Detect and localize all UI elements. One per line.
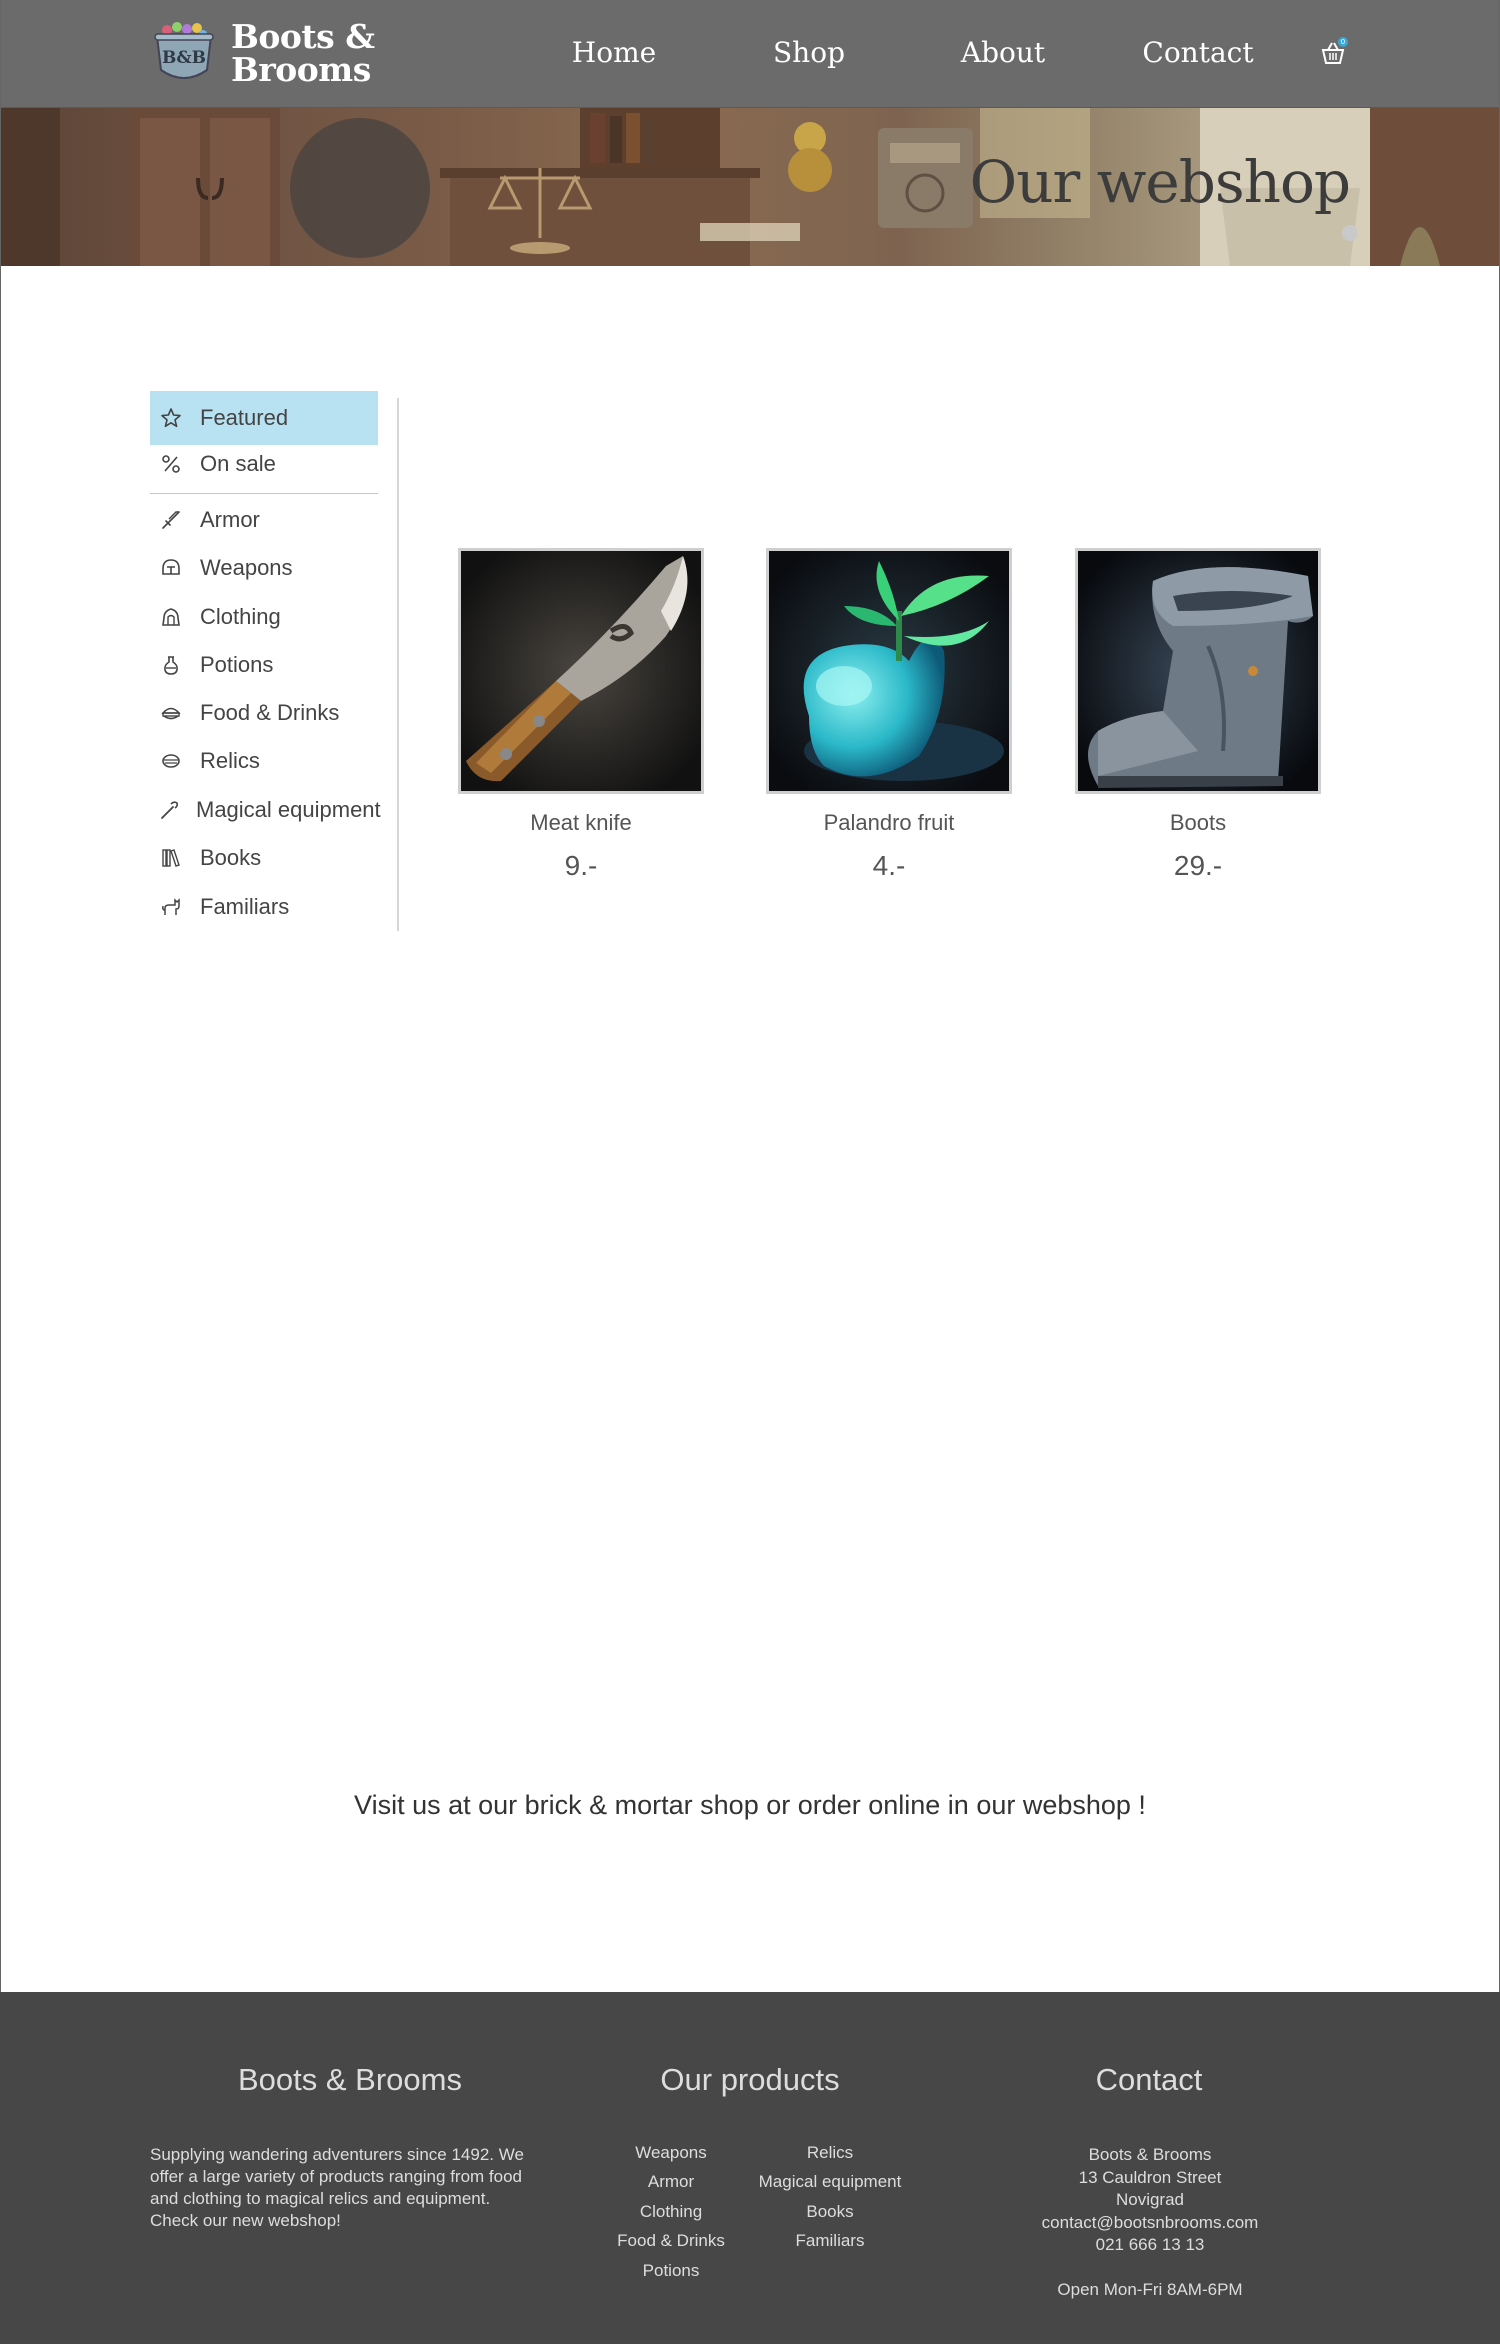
product-name: Boots xyxy=(1169,810,1227,835)
page-frame xyxy=(0,0,1500,1992)
hero-banner: Our webshop xyxy=(0,108,1500,266)
contact-city: Novigrad xyxy=(1115,2190,1185,2209)
footer-link-weapons[interactable]: Weapons xyxy=(635,2143,707,2163)
sidebar-item-label: Featured xyxy=(200,405,289,430)
brand-logo[interactable]: B&B Boots & Brooms xyxy=(153,20,375,86)
sidebar-item-magical-equipment[interactable]: Magical equipment xyxy=(150,788,381,832)
sidebar-item-clothing[interactable]: Clothing xyxy=(150,595,378,639)
potion-icon xyxy=(158,652,184,678)
wand-icon xyxy=(158,797,180,823)
sidebar-item-label: Food & Drinks xyxy=(200,700,340,725)
relic-icon xyxy=(158,748,184,774)
product-card-meat-knife[interactable]: Meat knife 9.- xyxy=(458,548,704,882)
footer-link-relics[interactable]: Relics xyxy=(807,2143,853,2163)
product-price: 4.- xyxy=(872,850,906,881)
sidebar-item-label: Books xyxy=(200,845,262,870)
sidebar-item-familiars[interactable]: Familiars xyxy=(150,885,378,929)
product-name: Meat knife xyxy=(530,810,632,835)
sidebar-item-label: Magical equipment xyxy=(196,797,381,822)
sidebar-divider xyxy=(150,493,378,494)
product-card-palandro-fruit[interactable]: Palandro fruit 4.- xyxy=(766,548,1012,882)
sidebar-item-label: On sale xyxy=(200,451,276,476)
sidebar-item-label: Armor xyxy=(200,507,260,532)
product-price: 9.- xyxy=(564,850,598,881)
footer-link-magical-equipment[interactable]: Magical equipment xyxy=(759,2172,902,2192)
site-footer: Boots & Brooms Supplying wandering adven… xyxy=(0,1992,1500,2344)
cauldron-logo-icon: B&B xyxy=(153,20,215,86)
footer-link-potions[interactable]: Potions xyxy=(643,2261,700,2281)
sidebar-item-label: Relics xyxy=(200,748,260,773)
page-title: Our webshop xyxy=(969,148,1351,216)
cat-icon xyxy=(158,894,184,920)
food-icon xyxy=(158,700,184,726)
product-name: Palandro fruit xyxy=(823,810,955,835)
sidebar-item-label: Clothing xyxy=(200,604,281,629)
sidebar-item-label: Weapons xyxy=(200,555,293,580)
footer-about-title: Boots & Brooms xyxy=(238,2062,462,2097)
knife-image[interactable] xyxy=(458,548,704,794)
brand-name-line1: Boots & xyxy=(231,17,375,56)
logo-badge-text: B&B xyxy=(162,48,206,68)
nav-home[interactable]: Home xyxy=(572,36,656,69)
star-icon xyxy=(158,405,184,431)
nav-shop[interactable]: Shop xyxy=(773,36,845,69)
sidebar-item-on-sale[interactable]: On sale xyxy=(150,442,378,486)
contact-phone[interactable]: 021 666 13 13 xyxy=(1000,2234,1300,2257)
cloak-icon xyxy=(158,604,184,630)
sidebar-item-label: Familiars xyxy=(200,894,290,919)
nav-contact[interactable]: Contact xyxy=(1142,36,1253,69)
sidebar-item-featured[interactable]: Featured xyxy=(150,391,378,445)
footer-contact-block: Boots & Brooms 13 Cauldron Street Novigr… xyxy=(1000,2144,1300,2301)
fruit-image[interactable] xyxy=(766,548,1012,794)
nav-about[interactable]: About xyxy=(961,36,1045,69)
sidebar-item-relics[interactable]: Relics xyxy=(150,739,378,783)
sidebar-item-armor[interactable]: Armor xyxy=(150,498,378,542)
shop-tagline: Visit us at our brick & mortar shop or o… xyxy=(354,1790,1146,1820)
contact-name: Boots & Brooms xyxy=(1088,2145,1212,2164)
footer-link-clothing[interactable]: Clothing xyxy=(640,2202,702,2222)
product-price: 29.- xyxy=(1173,850,1223,881)
footer-link-food-drinks[interactable]: Food & Drinks xyxy=(617,2231,725,2251)
sidebar-item-books[interactable]: Books xyxy=(150,836,378,880)
sidebar-separator xyxy=(397,398,399,931)
footer-about-text: Supplying wandering adventurers since 14… xyxy=(150,2145,524,2230)
helmet-icon xyxy=(158,555,184,581)
sidebar-item-weapons[interactable]: Weapons xyxy=(150,546,378,590)
sidebar-item-label: Potions xyxy=(200,652,274,677)
books-icon xyxy=(158,845,184,871)
contact-street: 13 Cauldron Street xyxy=(1078,2167,1222,2187)
brand-name: Boots & Brooms xyxy=(231,20,375,86)
sidebar-item-food-drinks[interactable]: Food & Drinks xyxy=(150,691,378,735)
boot-image[interactable] xyxy=(1075,548,1321,794)
footer-products-title: Our products xyxy=(660,2062,840,2097)
footer-link-familiars[interactable]: Familiars xyxy=(796,2231,865,2251)
footer-link-armor[interactable]: Armor xyxy=(648,2172,694,2192)
cart-count-badge: 0 xyxy=(1338,37,1348,47)
footer-contact-title: Contact xyxy=(1095,2062,1203,2097)
footer-link-books[interactable]: Books xyxy=(806,2202,853,2222)
navbar: B&B Boots & Brooms Home Shop About Conta… xyxy=(0,0,1500,108)
sword-icon xyxy=(158,507,184,533)
sidebar-item-potions[interactable]: Potions xyxy=(150,643,378,687)
contact-email[interactable]: contact@bootsnbrooms.com xyxy=(1000,2212,1300,2235)
contact-hours: Open Mon-Fri 8AM-6PM xyxy=(1057,2279,1243,2299)
brand-name-line2: Brooms xyxy=(231,50,371,89)
product-card-boots[interactable]: Boots 29.- xyxy=(1075,548,1321,882)
percent-icon xyxy=(158,451,184,477)
